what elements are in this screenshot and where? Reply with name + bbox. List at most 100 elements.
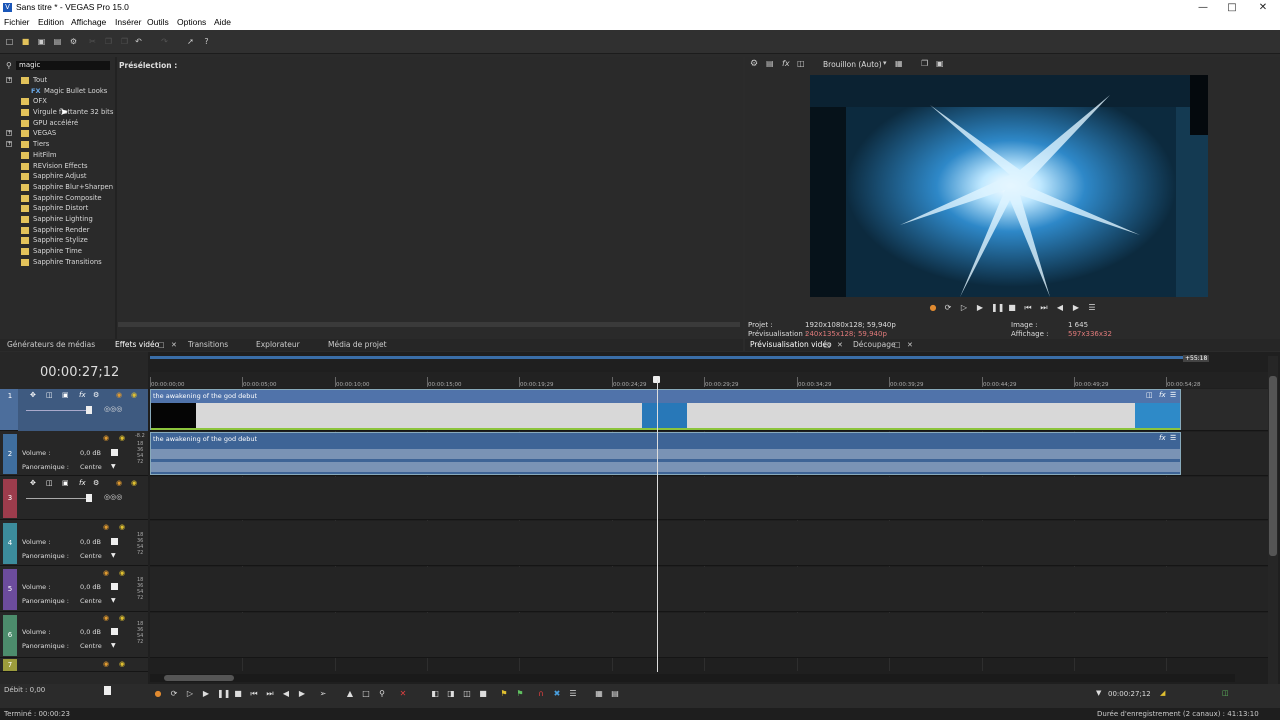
solo-icon[interactable]: ◉ — [119, 569, 125, 577]
snap-icon[interactable]: ➚ — [186, 37, 195, 46]
next-frame-icon[interactable]: ▶ — [1071, 303, 1081, 313]
volume-value[interactable]: 0,0 dB — [80, 538, 101, 546]
play-icon[interactable]: ▶ — [975, 303, 985, 313]
tree-item[interactable]: Sapphire Stylize — [6, 235, 114, 246]
prev-frame-icon[interactable]: ◀ — [1055, 303, 1065, 313]
pan-value[interactable]: Centre — [80, 463, 102, 471]
stop-icon[interactable]: ■ — [1007, 303, 1017, 313]
selection-marker-icon[interactable]: ◢ — [1160, 689, 1165, 697]
settings-icon[interactable]: ⚙ — [93, 479, 99, 487]
crop-icon[interactable]: ◫ — [1146, 391, 1153, 399]
rate-slider-handle[interactable] — [104, 686, 111, 695]
tree-item[interactable]: Sapphire Transitions — [6, 257, 114, 268]
tree-item[interactable]: FX Magic Bullet Looks — [6, 86, 114, 97]
envelope-tool-icon[interactable]: ▲ — [345, 689, 355, 699]
go-start-icon[interactable]: ⏮ — [1023, 303, 1033, 313]
tab-media-generators[interactable]: Générateurs de médias — [7, 340, 95, 349]
go-end-icon[interactable]: ⏭ — [265, 689, 275, 699]
audio-track-header[interactable]: 5 ◉ ◉ Volume : 0,0 dB Panoramique : Cent… — [0, 567, 148, 612]
menu-icon[interactable]: ☰ — [1087, 303, 1097, 313]
open-folder-icon[interactable]: ■ — [21, 37, 30, 46]
level-slider[interactable] — [26, 410, 92, 411]
pan-crop-icon[interactable]: ◫ — [46, 391, 53, 399]
fx-icon[interactable]: fx — [1159, 391, 1166, 399]
tree-item[interactable]: Sapphire Composite — [6, 193, 114, 204]
undock-icon[interactable]: □ — [824, 341, 831, 349]
pan-slider-handle[interactable]: ▼ — [111, 552, 116, 559]
pan-crop-icon[interactable]: ◫ — [46, 479, 53, 487]
solo-icon[interactable]: ◉ — [119, 614, 125, 622]
play-icon[interactable]: ▶ — [201, 689, 211, 699]
loop-region-bar[interactable] — [150, 356, 1183, 359]
grid-icon[interactable]: ▦ — [895, 59, 903, 68]
selection-tool-icon[interactable]: □ — [361, 689, 371, 699]
cut-icon[interactable]: ✂ — [88, 37, 97, 46]
scrollbar-thumb[interactable] — [164, 675, 234, 681]
level-slider-handle[interactable] — [86, 406, 92, 414]
video-track-header[interactable]: 3 ✥ ◫ ▣ fx ⚙ ◉ ◉ ◎◎◎ — [0, 477, 148, 520]
tree-item[interactable]: + Tiers — [6, 139, 114, 150]
menu-inserer[interactable]: Insérer — [115, 17, 141, 27]
play-from-start-icon[interactable]: ▷ — [185, 689, 195, 699]
ripple-icon[interactable]: ☰ — [568, 689, 578, 699]
pan-value[interactable]: Centre — [80, 642, 102, 650]
expand-icon[interactable]: + — [6, 77, 12, 83]
audio-track-header[interactable]: 2 ◉ ◉ -8.2 Volume : 0,0 dB Panoramique :… — [0, 432, 148, 476]
close-tab-icon[interactable]: ✕ — [907, 341, 913, 349]
preview-quality-select[interactable]: Brouillon (Auto) — [823, 60, 882, 69]
mute-icon[interactable]: ◉ — [103, 434, 109, 442]
tree-item[interactable]: OFX — [6, 96, 114, 107]
solo-icon[interactable]: ◉ — [119, 660, 125, 668]
mute-icon[interactable]: ◉ — [116, 391, 122, 399]
menu-options[interactable]: Options — [177, 17, 206, 27]
pan-slider-handle[interactable]: ▼ — [111, 642, 116, 649]
search-input[interactable]: magic — [16, 61, 110, 70]
new-file-icon[interactable]: □ — [5, 37, 14, 46]
solo-icon[interactable]: ◉ — [131, 391, 137, 399]
tab-video-preview[interactable]: Prévisualisation vidéo — [750, 340, 832, 349]
tab-video-effects[interactable]: Effets vidéo — [115, 340, 159, 349]
prev-frame-icon[interactable]: ◀ — [281, 689, 291, 699]
audio-track-header[interactable]: 4 ◉ ◉ Volume : 0,0 dB Panoramique : Cent… — [0, 521, 148, 566]
gear-icon[interactable]: ⚙ — [750, 59, 758, 69]
undo-icon[interactable]: ↶ — [134, 37, 143, 46]
trim-end-icon[interactable]: ◨ — [446, 689, 456, 699]
undock-icon[interactable]: □ — [158, 341, 165, 349]
level-slider-handle[interactable] — [86, 494, 92, 502]
undock-icon[interactable]: □ — [894, 341, 901, 349]
gear-icon[interactable]: ⚙ — [69, 37, 78, 46]
audio-track-header[interactable]: 6 ◉ ◉ Volume : 0,0 dB Panoramique : Cent… — [0, 613, 148, 658]
fx-icon[interactable]: fx — [79, 479, 86, 487]
volume-slider-handle[interactable] — [111, 628, 118, 635]
auto-icon[interactable]: ◎◎◎ — [104, 493, 122, 501]
record-icon[interactable]: ● — [928, 303, 938, 313]
video-track-lane[interactable] — [150, 477, 1268, 520]
record-icon[interactable]: ● — [153, 689, 163, 699]
expand-icon[interactable]: + — [6, 130, 12, 137]
timeline-v-scrollbar[interactable] — [1268, 356, 1278, 684]
project-settings-icon[interactable]: ▤ — [766, 59, 774, 68]
pause-icon[interactable]: ❚❚ — [217, 689, 230, 699]
solo-icon[interactable]: ◉ — [131, 479, 137, 487]
audio-clip[interactable]: the awakening of the god debut fx ☰ — [150, 432, 1181, 475]
loop-icon[interactable]: ⟳ — [943, 303, 953, 313]
tree-item[interactable]: Sapphire Render — [6, 225, 114, 236]
menu-fichier[interactable]: Fichier — [4, 17, 30, 27]
audio-track-header[interactable]: 7 ◉ ◉ — [0, 659, 148, 672]
volume-slider-handle[interactable] — [111, 449, 118, 456]
composite-icon[interactable]: ▣ — [62, 479, 69, 487]
pan-slider-handle[interactable]: ▼ — [111, 597, 116, 604]
paste-icon[interactable]: ❐ — [120, 37, 129, 46]
volume-value[interactable]: 0,0 dB — [80, 628, 101, 636]
solo-icon[interactable]: ◉ — [119, 434, 125, 442]
help-cursor-icon[interactable]: ? — [202, 37, 211, 46]
fx-icon[interactable]: fx — [1159, 434, 1166, 442]
menu-icon[interactable]: ☰ — [1170, 391, 1176, 399]
volume-slider-handle[interactable] — [111, 538, 118, 545]
motion-icon[interactable]: ✥ — [30, 479, 36, 487]
close-tab-icon[interactable]: ✕ — [837, 341, 843, 349]
fx-icon[interactable]: fx — [782, 59, 790, 68]
pause-icon[interactable]: ❚❚ — [991, 303, 1004, 313]
tree-item[interactable]: Sapphire Distort — [6, 203, 114, 214]
menu-edition[interactable]: Edition — [38, 17, 64, 27]
